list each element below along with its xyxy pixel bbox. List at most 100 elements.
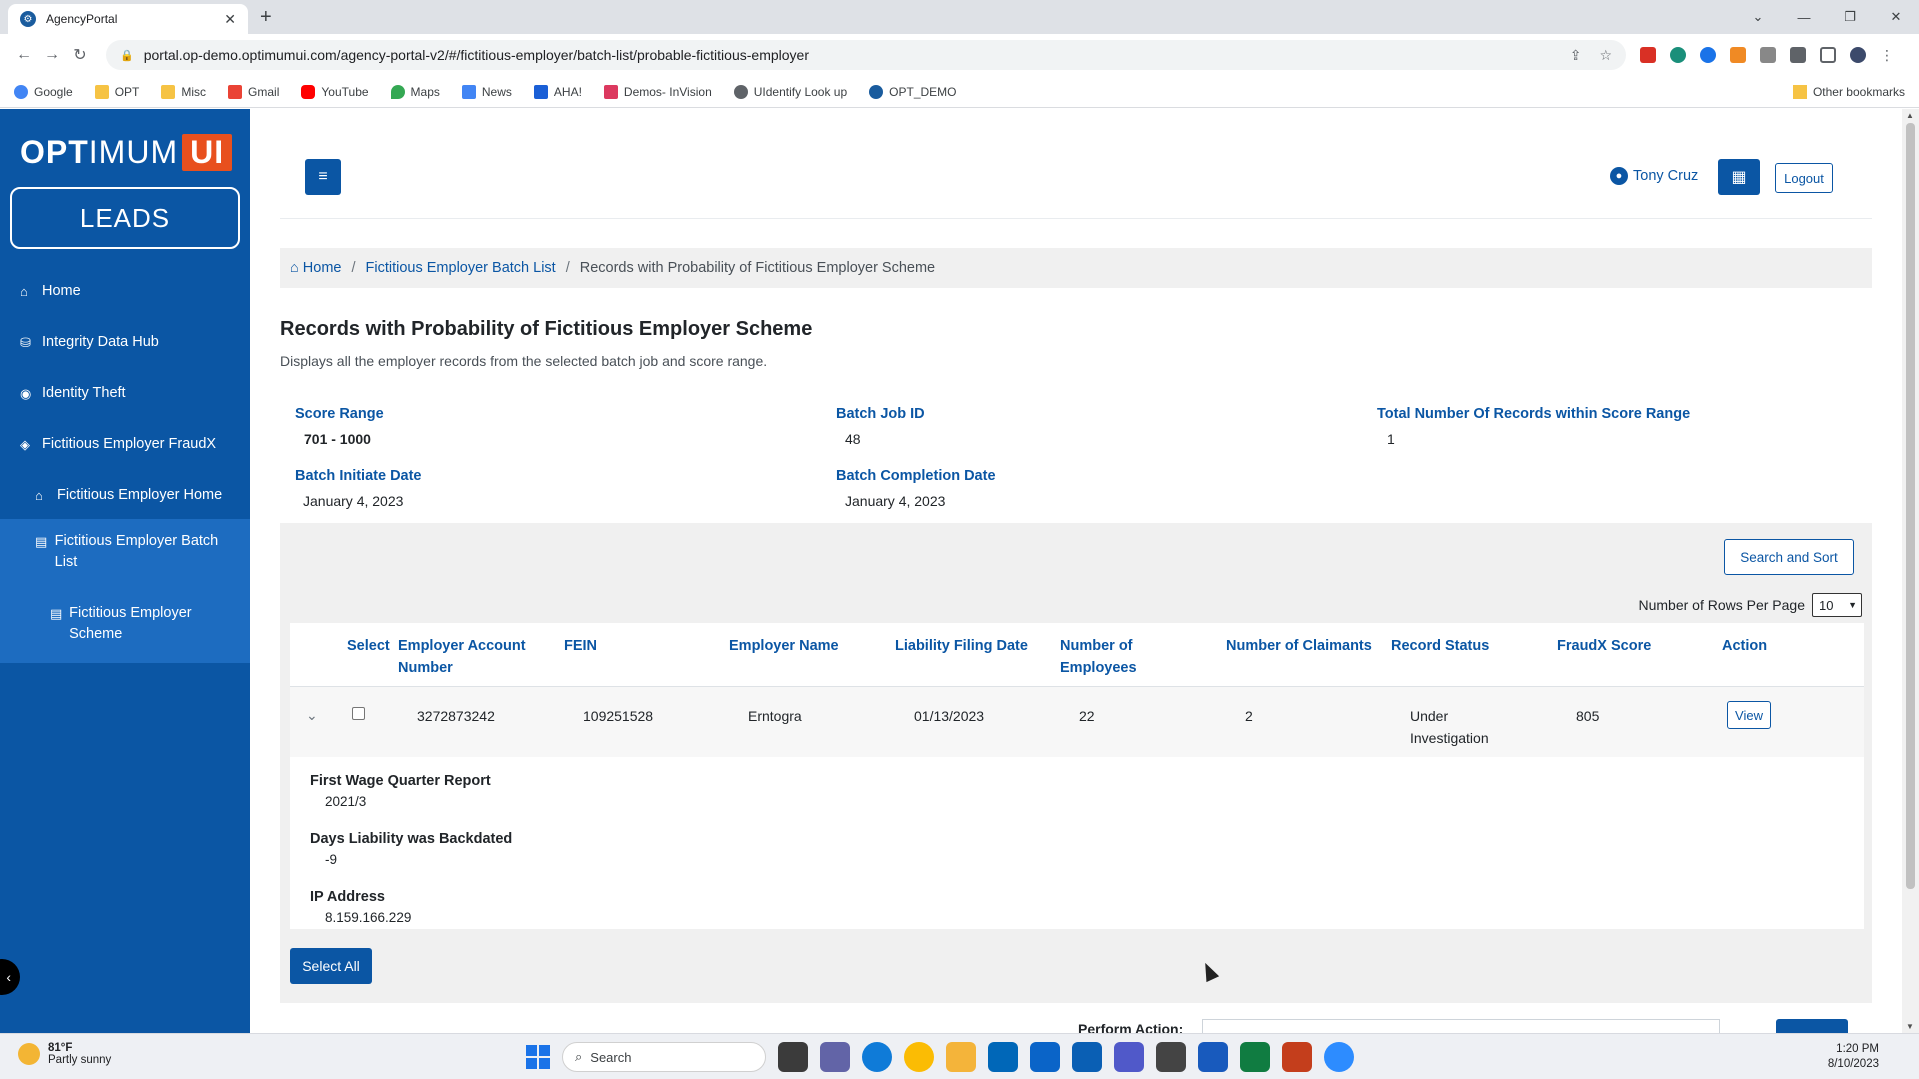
mail-taskbar-icon[interactable] (1030, 1042, 1060, 1072)
folder-icon (161, 84, 176, 99)
bookmark-uidentify[interactable]: UIdentify Look up (733, 84, 847, 99)
acrobat-extension-icon[interactable] (1640, 47, 1656, 63)
hamburger-icon: ≡ (318, 168, 328, 185)
word-taskbar-icon[interactable] (1198, 1042, 1228, 1072)
bookmark-other[interactable]: Other bookmarks (1792, 84, 1905, 99)
perform-action-submit-button[interactable] (1776, 1019, 1848, 1033)
close-window-icon[interactable]: ✕ (1873, 9, 1919, 25)
main-content: ≡ ● Tony Cruz ▦ Logout ⌂ Home / Fictitio… (250, 109, 1902, 1033)
apps-grid-button[interactable]: ▦ (1718, 159, 1760, 195)
bookmark-star-icon[interactable]: ☆ (1599, 47, 1612, 64)
cell-employer-account-number: 3272873242 (417, 708, 495, 724)
bookmark-youtube[interactable]: YouTube (301, 84, 369, 99)
teams-meet-taskbar-icon[interactable] (820, 1042, 850, 1072)
row-select-checkbox[interactable] (352, 707, 365, 720)
chrome-taskbar-icon[interactable] (904, 1042, 934, 1072)
scroll-down-icon[interactable]: ▼ (1906, 1022, 1914, 1031)
folder-icon (94, 84, 109, 99)
batch-completion-date-label: Batch Completion Date (836, 468, 996, 484)
column-header-select: Select (347, 638, 390, 654)
browser-menu-icon[interactable]: ⋮ (1880, 47, 1894, 64)
extension-icon[interactable] (1760, 47, 1776, 63)
clipboard-icon: ▤ (35, 534, 48, 549)
breadcrumb-home[interactable]: ⌂ Home (290, 260, 341, 276)
breadcrumb: ⌂ Home / Fictitious Employer Batch List … (280, 248, 1872, 288)
bookmark-aha[interactable]: AHA! (533, 84, 582, 99)
teams-taskbar-icon[interactable] (1114, 1042, 1144, 1072)
expand-row-chevron-icon[interactable]: ⌄ (306, 707, 318, 724)
bookmark-opt[interactable]: OPT (94, 84, 139, 99)
file-explorer-taskbar-icon[interactable] (778, 1042, 808, 1072)
breadcrumb-batch-list[interactable]: Fictitious Employer Batch List (366, 260, 556, 276)
view-record-button[interactable]: View (1727, 701, 1771, 729)
outlook-taskbar-icon[interactable] (1072, 1042, 1102, 1072)
sidebar-item-fictitious-employer-home[interactable]: ⌂ Fictitious Employer Home (0, 485, 250, 506)
app-taskbar-icon[interactable] (1156, 1042, 1186, 1072)
sidebar-item-integrity-data-hub[interactable]: ⛁ Integrity Data Hub (0, 332, 250, 353)
extensions-puzzle-icon[interactable] (1790, 47, 1806, 63)
scrollbar-thumb[interactable] (1906, 123, 1915, 889)
forward-icon[interactable]: → (38, 46, 66, 64)
profile-avatar-icon[interactable] (1850, 47, 1866, 63)
share-icon[interactable]: ⇪ (1570, 47, 1582, 64)
system-clock[interactable]: 1:20 PM 8/10/2023 (1828, 1042, 1879, 1072)
column-header-employer-name: Employer Name (729, 638, 839, 654)
page-scrollbar[interactable]: ▲ ▼ (1902, 109, 1919, 1033)
column-header-record-status: Record Status (1391, 638, 1490, 654)
reload-icon[interactable]: ↻ (66, 45, 94, 65)
new-tab-icon[interactable]: + (260, 6, 272, 29)
powerpoint-taskbar-icon[interactable] (1282, 1042, 1312, 1072)
extension-icon[interactable] (1700, 47, 1716, 63)
logout-button[interactable]: Logout (1775, 163, 1833, 193)
bookmark-misc[interactable]: Misc (161, 84, 206, 99)
restore-icon[interactable]: ❐ (1827, 9, 1873, 25)
back-icon[interactable]: ← (10, 46, 38, 64)
bookmark-maps[interactable]: Maps (390, 84, 440, 99)
taskbar-search-input[interactable]: ⌕ Search (562, 1042, 766, 1072)
optimum-ui-logo: OPT IMUM UI (20, 129, 233, 175)
maps-pin-icon (390, 84, 405, 99)
column-header-action: Action (1722, 638, 1768, 654)
bookmark-opt-demo[interactable]: OPT_DEMO (869, 84, 957, 99)
total-records-value: 1 (1387, 431, 1395, 447)
user-profile[interactable]: ● Tony Cruz (1610, 167, 1698, 185)
cell-liability-filing-date: 01/13/2023 (914, 708, 985, 724)
browser-tab[interactable]: ⚙ AgencyPortal ✕ (8, 4, 248, 34)
agency-portal-favicon-icon: ⚙ (20, 11, 36, 27)
perform-action-select[interactable] (1202, 1019, 1720, 1033)
edge-taskbar-icon[interactable] (862, 1042, 892, 1072)
sidebar-item-identity-theft[interactable]: ◉ Identity Theft (0, 383, 250, 404)
grammarly-extension-icon[interactable] (1670, 47, 1686, 63)
app-name-badge: LEADS (10, 187, 240, 249)
select-all-button[interactable]: Select All (290, 948, 372, 984)
lock-icon[interactable]: 🔒 (120, 49, 134, 62)
menu-toggle-button[interactable]: ≡ (305, 159, 341, 195)
windows-start-icon[interactable] (526, 1045, 550, 1069)
metamask-extension-icon[interactable] (1730, 47, 1746, 63)
youtube-icon (301, 84, 316, 99)
sidebar-item-home[interactable]: ⌂ Home (0, 281, 250, 302)
bookmark-gmail[interactable]: Gmail (228, 84, 279, 99)
folder-taskbar-icon[interactable] (946, 1042, 976, 1072)
bookmark-invision[interactable]: Demos- InVision (603, 84, 712, 99)
side-panel-icon[interactable] (1820, 47, 1836, 63)
zoom-taskbar-icon[interactable] (1324, 1042, 1354, 1072)
collapse-sidebar-button[interactable]: ‹ (0, 959, 20, 995)
bookmark-google[interactable]: Google (14, 84, 73, 99)
excel-taskbar-icon[interactable] (1240, 1042, 1270, 1072)
weather-widget[interactable]: 81°F Partly sunny (18, 1042, 111, 1066)
sidebar-item-fictitious-employer-fraudx[interactable]: ◈ Fictitious Employer FraudX (0, 434, 250, 455)
scroll-up-icon[interactable]: ▲ (1906, 111, 1914, 120)
search-and-sort-button[interactable]: Search and Sort (1724, 539, 1854, 575)
bookmark-news[interactable]: News (461, 84, 512, 99)
close-tab-icon[interactable]: ✕ (224, 11, 236, 28)
sidebar-item-fictitious-employer-scheme[interactable]: ▤ Fictitious Employer Scheme (0, 591, 250, 663)
column-header-employer-account-number: Employer Account Number (398, 638, 526, 676)
sidebar-item-fictitious-employer-batch-list[interactable]: ▤ Fictitious Employer Batch List (0, 519, 250, 591)
tab-search-icon[interactable]: ⌄ (1735, 9, 1781, 25)
minimize-icon[interactable]: — (1781, 10, 1827, 25)
rows-per-page-select[interactable]: 10 ▼ (1812, 593, 1862, 617)
url-input[interactable]: 🔒 portal.op-demo.optimumui.com/agency-po… (106, 40, 1626, 70)
ip-address-value: 8.159.166.229 (325, 910, 412, 925)
store-taskbar-icon[interactable] (988, 1042, 1018, 1072)
